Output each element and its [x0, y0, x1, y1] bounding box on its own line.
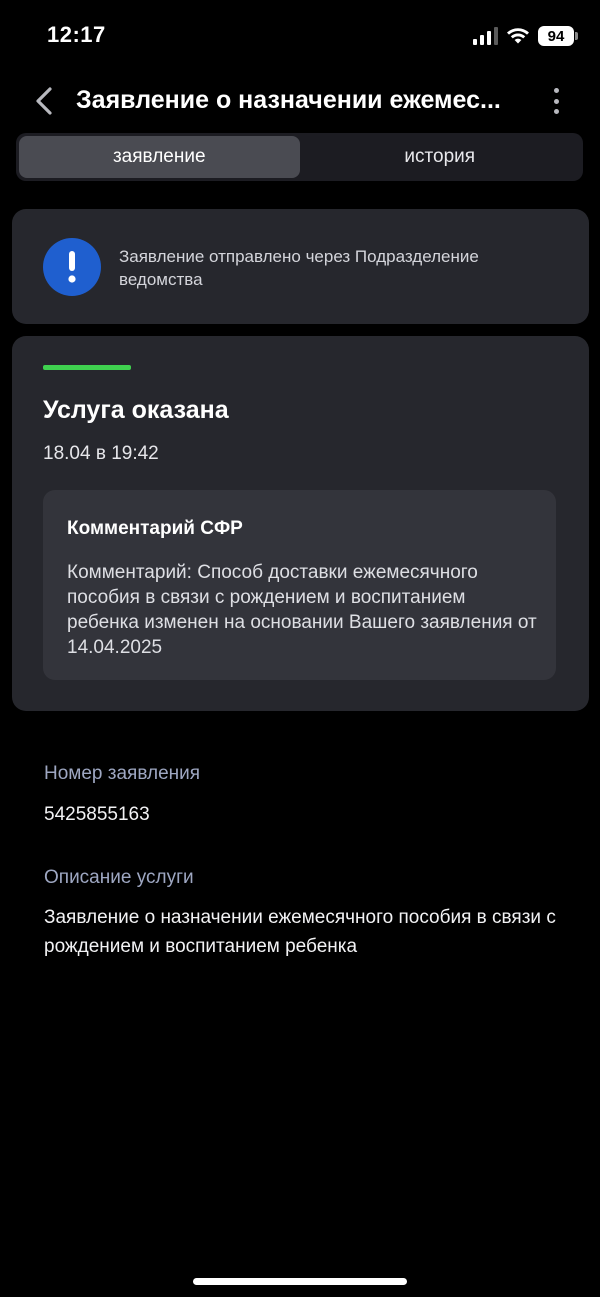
status-bar: 12:17 94: [0, 0, 600, 72]
battery-level: 94: [538, 26, 574, 46]
status-time: 12:17: [47, 22, 106, 47]
application-number-value: 5425855163: [44, 804, 150, 825]
chevron-left-icon: [36, 87, 52, 115]
application-number-label: Номер заявления: [44, 763, 201, 784]
tab-history[interactable]: история: [300, 136, 581, 178]
notice-card: Заявление отправлено через Подразделение…: [12, 209, 589, 324]
back-button[interactable]: [28, 84, 60, 118]
tab-bar: заявление история: [16, 133, 583, 181]
home-indicator[interactable]: [193, 1278, 407, 1285]
wifi-icon: [507, 28, 529, 44]
exclamation-icon: [43, 238, 101, 296]
status-indicators: 94: [473, 24, 578, 48]
notice-text: Заявление отправлено через Подразделение…: [119, 247, 479, 289]
comment-box: Комментарий СФР Комментарий: Способ дост…: [43, 490, 556, 680]
cellular-signal-icon: [473, 27, 498, 45]
page-title: Заявление о назначении ежемес...: [76, 86, 501, 114]
app-header: Заявление о назначении ежемес...: [0, 72, 600, 130]
status-date: 18.04 в 19:42: [43, 443, 159, 464]
comment-title: Комментарий СФР: [67, 518, 243, 539]
more-options-button[interactable]: [544, 86, 568, 116]
status-progress-bar: [43, 365, 131, 370]
comment-text: Комментарий: Способ доставки ежемесячног…: [67, 562, 537, 658]
tab-application[interactable]: заявление: [19, 136, 300, 178]
more-vertical-icon: [553, 88, 559, 93]
status-card: Услуга оказана 18.04 в 19:42 Комментарий…: [12, 336, 589, 711]
service-description-label: Описание услуги: [44, 867, 194, 888]
battery-icon: 94: [538, 26, 578, 46]
service-description-value: Заявление о назначении ежемесячного посо…: [44, 907, 556, 957]
status-title: Услуга оказана: [43, 396, 229, 424]
